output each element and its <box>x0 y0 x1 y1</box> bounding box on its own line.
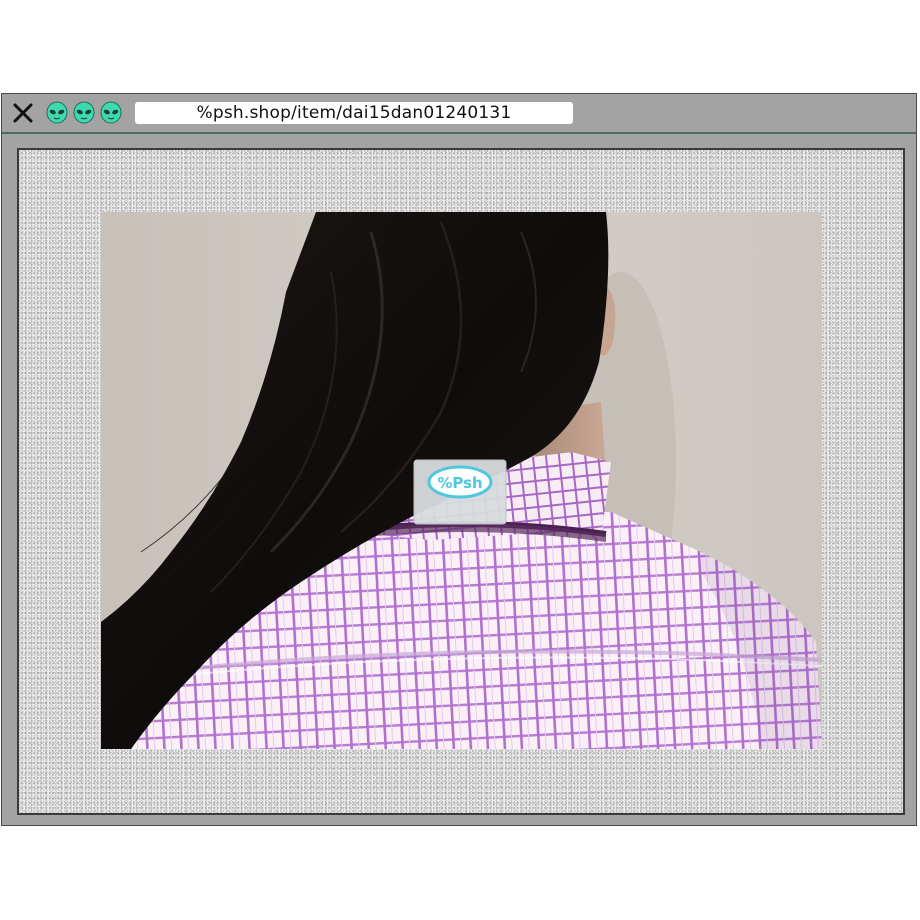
address-bar[interactable]: %psh.shop/item/dai15dan01240131 <box>135 102 573 124</box>
title-bar: %psh.shop/item/dai15dan01240131 <box>2 94 916 132</box>
close-icon[interactable] <box>12 102 34 124</box>
titlebar-divider <box>2 132 916 134</box>
product-photo-drawing: %Psh <box>101 212 822 749</box>
product-photo: %Psh <box>101 212 822 749</box>
alien-head-icon[interactable] <box>46 101 68 125</box>
alien-head-icon[interactable] <box>100 101 122 125</box>
page-viewport: %Psh <box>17 148 905 815</box>
browser-window: %psh.shop/item/dai15dan01240131 %Psh <box>1 93 917 826</box>
tag-logo-text: %Psh <box>437 474 482 492</box>
alien-head-icon[interactable] <box>73 101 95 125</box>
